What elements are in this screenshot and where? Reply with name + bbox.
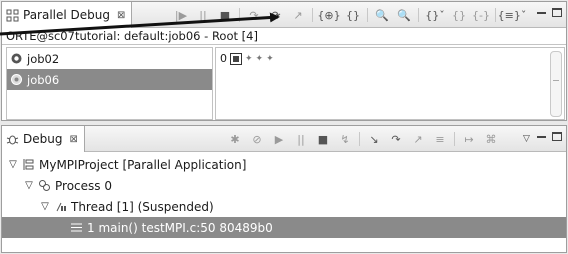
parallel-debug-body: job02 job06 0 ✦ ✦ ✦ (2, 45, 566, 120)
tree-item-thread[interactable]: ▽ Thread [1] (Suspended) (2, 196, 566, 217)
unregister-group-icon[interactable]: {} (342, 6, 364, 24)
tree-item-process[interactable]: ▽ Process 0 (2, 175, 566, 196)
disconnect-icon[interactable]: ⊘ (246, 130, 268, 148)
process-pane: 0 ✦ ✦ ✦ (215, 47, 565, 120)
maximize-icon[interactable] (552, 132, 562, 141)
process-icon[interactable]: ✦ (266, 54, 274, 64)
workbench: Parallel Debug ⊠ |▶ || ■ ↷ ⟳ ↗ {⊕} {} 🔍 … (0, 0, 568, 254)
step-return-icon[interactable]: ↗ (287, 6, 309, 24)
parallel-debug-icon (6, 9, 19, 22)
zoom-out-icon[interactable]: 🔍 (393, 6, 415, 24)
instruction-stepping-icon[interactable]: ↦ (458, 130, 480, 148)
create-set-dropdown-icon[interactable]: {}ˇ (422, 6, 448, 24)
parallel-debug-tab-title: Parallel Debug (23, 8, 110, 22)
tree-item-label: Thread [1] (Suspended) (71, 199, 214, 214)
bug-icon (6, 133, 19, 146)
process-icon[interactable]: ✦ (256, 54, 264, 64)
expand-icon[interactable]: ▽ (40, 201, 50, 212)
close-icon[interactable]: ⊠ (69, 134, 77, 145)
use-step-filters-icon[interactable]: ⌘ (480, 130, 502, 148)
job-suspended-icon (10, 73, 23, 86)
suspend-icon[interactable]: || (192, 6, 214, 24)
expand-icon[interactable]: ▽ (24, 180, 34, 191)
parallel-debug-window-controls (537, 8, 562, 17)
tree-item-label: MyMPIProject [Parallel Application] (39, 157, 247, 172)
step-into-icon[interactable]: ↘ (363, 130, 385, 148)
toolbar-separator (367, 8, 368, 22)
view-menu-icon[interactable]: ▽ (522, 132, 531, 145)
expand-icon[interactable]: ▽ (8, 159, 18, 170)
parallel-debug-tab[interactable]: Parallel Debug ⊠ (2, 2, 133, 28)
tree-item-stack-frame[interactable]: 1 main() testMPI.c:50 80489b0 (2, 217, 566, 238)
scrollbar-grip[interactable] (553, 80, 559, 81)
step-into-icon[interactable]: ↷ (243, 6, 265, 24)
maximize-icon[interactable] (552, 8, 562, 17)
drop-to-frame-icon[interactable]: ≡ (429, 130, 451, 148)
change-set-dropdown-icon[interactable]: {≡}ˇ (498, 6, 527, 24)
process-icon[interactable] (230, 52, 242, 65)
step-over-icon[interactable]: ↷ (385, 130, 407, 148)
debug-tab-title: Debug (23, 132, 63, 146)
suspend-icon[interactable]: || (290, 130, 312, 148)
disconnect-icon[interactable]: ↯ (334, 130, 356, 148)
stack-frame-icon (70, 221, 83, 234)
job-header: ORTE@sc07tutorial: default:job06 - Root … (2, 28, 566, 45)
toolbar-separator (418, 8, 419, 22)
terminate-icon[interactable]: ■ (214, 6, 236, 24)
tree-item-label: 1 main() testMPI.c:50 80489b0 (87, 220, 273, 235)
job-label: job06 (27, 72, 60, 87)
resume-icon[interactable]: ▶ (268, 130, 290, 148)
process-row: 0 ✦ ✦ ✦ (216, 48, 564, 65)
toolbar-separator (359, 132, 360, 146)
job-list: job02 job06 (6, 47, 213, 120)
debug-tree: ▽ MyMPIProject [Parallel Application] ▽ (2, 152, 566, 238)
resume-icon[interactable]: |▶ (170, 6, 192, 24)
add-to-set-icon[interactable]: {} (448, 6, 470, 24)
parallel-debug-view: Parallel Debug ⊠ |▶ || ■ ↷ ⟳ ↗ {⊕} {} 🔍 … (1, 1, 567, 121)
remove-terminated-icon[interactable]: ✱ (224, 130, 246, 148)
debug-view: Debug ⊠ ✱ ⊘ ▶ || ■ ↯ ↘ ↷ ↗ ≡ ↦ ⌘ ▽ ▽ MyM… (1, 125, 567, 253)
minimize-icon[interactable] (537, 136, 546, 139)
step-return-icon[interactable]: ↗ (407, 130, 429, 148)
job-list-item[interactable]: job06 (7, 69, 212, 90)
debug-toolbar: ✱ ⊘ ▶ || ■ ↯ ↘ ↷ ↗ ≡ ↦ ⌘ (224, 130, 502, 148)
terminate-icon[interactable]: ■ (312, 130, 334, 148)
zoom-in-icon[interactable]: 🔍 (371, 6, 393, 24)
toolbar-separator (239, 8, 240, 22)
process-icon (38, 179, 51, 192)
debug-tabbar: Debug ⊠ ✱ ⊘ ▶ || ■ ↯ ↘ ↷ ↗ ≡ ↦ ⌘ ▽ (2, 126, 566, 152)
process-icon[interactable]: ✦ (245, 54, 253, 64)
parallel-debug-toolbar: |▶ || ■ ↷ ⟳ ↗ {⊕} {} 🔍 🔍 {}ˇ {} {-} {≡}ˇ (170, 6, 527, 24)
thread-suspended-icon (54, 200, 67, 213)
debug-window-controls: ▽ (522, 132, 562, 145)
register-group-icon[interactable]: {⊕} (316, 6, 342, 24)
application-icon (22, 158, 35, 171)
toolbar-separator (495, 8, 496, 22)
debug-tab[interactable]: Debug ⊠ (2, 126, 85, 152)
tree-item-launch[interactable]: ▽ MyMPIProject [Parallel Application] (2, 154, 566, 175)
job-running-icon (10, 52, 23, 65)
remove-from-set-icon[interactable]: {-} (470, 6, 492, 24)
job-label: job02 (27, 51, 60, 66)
tree-item-label: Process 0 (55, 178, 112, 193)
process-row-label: 0 (220, 52, 227, 65)
job-list-item[interactable]: job02 (7, 48, 212, 69)
step-over-icon[interactable]: ⟳ (265, 6, 287, 24)
vertical-scrollbar[interactable] (550, 51, 562, 117)
minimize-icon[interactable] (537, 12, 546, 15)
toolbar-separator (454, 132, 455, 146)
close-icon[interactable]: ⊠ (117, 10, 125, 21)
toolbar-separator (312, 8, 313, 22)
parallel-debug-tabbar: Parallel Debug ⊠ |▶ || ■ ↷ ⟳ ↗ {⊕} {} 🔍 … (2, 2, 566, 28)
